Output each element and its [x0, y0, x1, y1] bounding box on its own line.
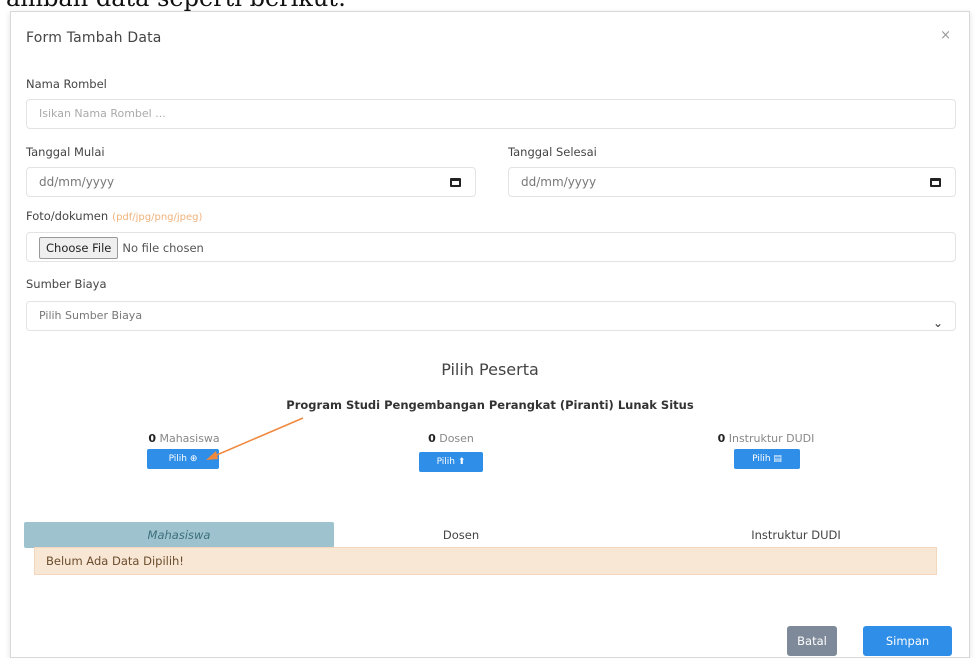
instruktur-dudi-count: 0 — [717, 432, 726, 445]
modal-title: Form Tambah Data — [26, 30, 162, 46]
foto-dokumen-label: Foto/dokumen (pdf/jpg/png/jpeg) — [26, 209, 202, 223]
dosen-count: 0 — [428, 432, 436, 445]
batal-button[interactable]: Batal — [787, 626, 837, 656]
dosen-counter: 0 Dosen — [411, 432, 491, 445]
program-studi-title: Program Studi Pengembangan Perangkat (Pi… — [286, 398, 694, 412]
chevron-down-icon: ⌄ — [932, 316, 943, 330]
pilih-mahasiswa-button[interactable]: Pilih ⊕ — [147, 449, 219, 469]
tanggal-mulai-label: Tanggal Mulai — [26, 145, 105, 159]
pilih-instruktur-dudi-button[interactable]: Pilih ▤ — [734, 449, 800, 469]
foto-dokumen-label-text: Foto/dokumen — [26, 209, 109, 223]
sumber-biaya-select[interactable]: Pilih Sumber Biaya ⌄ — [26, 301, 956, 331]
instruktur-dudi-counter: 0 Instruktur DUDI — [691, 432, 841, 445]
foto-dokumen-hint: (pdf/jpg/png/jpeg) — [112, 212, 203, 223]
calendar-icon[interactable] — [930, 178, 941, 187]
nama-rombel-placeholder: Isikan Nama Rombel ... — [39, 107, 166, 120]
tanggal-mulai-input[interactable]: dd/mm/yyyy — [26, 167, 476, 197]
nama-rombel-input[interactable]: Isikan Nama Rombel ... — [26, 99, 956, 129]
mahasiswa-count: 0 — [148, 432, 156, 445]
sumber-biaya-label: Sumber Biaya — [26, 277, 107, 291]
form-modal: Form Tambah Data × Nama Rombel Isikan Na… — [10, 11, 970, 658]
pilih-dosen-button[interactable]: Pilih ⬆ — [419, 452, 483, 472]
mahasiswa-counter: 0 Mahasiswa — [129, 432, 239, 445]
tanggal-selesai-input[interactable]: dd/mm/yyyy — [508, 167, 956, 197]
tanggal-mulai-value: dd/mm/yyyy — [39, 175, 115, 189]
tanggal-selesai-label: Tanggal Selesai — [508, 145, 597, 159]
tanggal-selesai-value: dd/mm/yyyy — [521, 175, 597, 189]
nama-rombel-label: Nama Rombel — [26, 77, 107, 91]
calendar-icon[interactable] — [450, 178, 461, 187]
empty-data-alert: Belum Ada Data Dipilih! — [34, 547, 937, 575]
tab-instruktur-dudi[interactable]: Instruktur DUDI — [711, 522, 881, 548]
sumber-biaya-selected: Pilih Sumber Biaya — [39, 309, 143, 322]
tab-dosen[interactable]: Dosen — [401, 522, 521, 548]
close-icon[interactable]: × — [940, 28, 951, 43]
mahasiswa-counter-label: Mahasiswa — [159, 432, 220, 445]
dosen-counter-label: Dosen — [439, 432, 474, 445]
pilih-peserta-title: Pilih Peserta — [441, 360, 539, 379]
tab-mahasiswa[interactable]: Mahasiswa — [24, 522, 334, 548]
instruktur-dudi-counter-label: Instruktur DUDI — [728, 432, 815, 445]
simpan-button[interactable]: Simpan — [863, 626, 952, 656]
file-input[interactable]: Choose File No file chosen — [26, 232, 956, 262]
file-status: No file chosen — [122, 241, 204, 255]
choose-file-button[interactable]: Choose File — [39, 237, 119, 259]
